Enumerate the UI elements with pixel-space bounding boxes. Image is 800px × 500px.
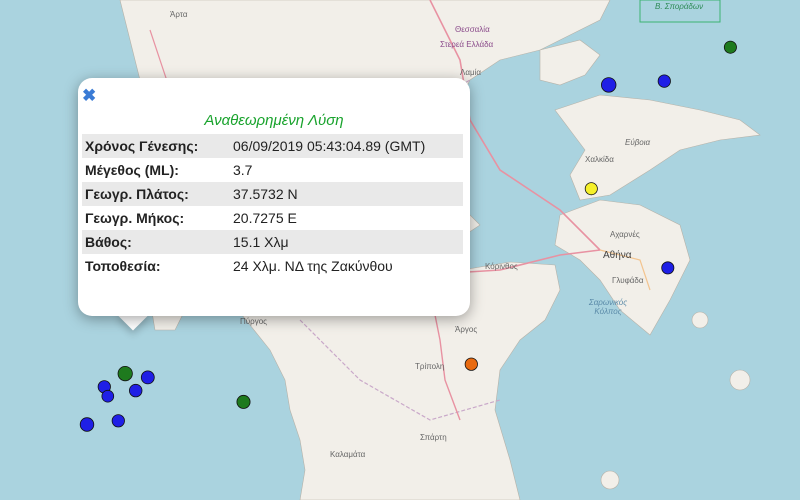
info-value: 20.7275 E (233, 210, 297, 226)
info-label: Βάθος: (82, 230, 230, 254)
map-label-pyrgos: Πύργος (240, 317, 268, 326)
earthquake-marker[interactable] (236, 394, 251, 409)
map-label-chalkida: Χαλκίδα (585, 155, 614, 164)
earthquake-marker[interactable] (464, 357, 478, 371)
map-label-glyfada: Γλυφάδα (612, 276, 644, 285)
map-label-arta: Άρτα (170, 10, 188, 19)
earthquake-marker[interactable] (128, 383, 143, 398)
info-row-latitude: Γεωγρ. Πλάτος: 37.5732 N (82, 182, 463, 206)
info-label: Τοποθεσία: (85, 258, 161, 274)
earthquake-info-table: Χρόνος Γένεσης: 06/09/2019 05:43:04.89 (… (82, 134, 463, 278)
map-label-kalamata: Καλαμάτα (330, 450, 366, 459)
earthquake-marker[interactable] (661, 261, 675, 275)
popup-title: Αναθεωρημένη Λύση (204, 112, 344, 129)
info-label: Μέγεθος (ML): (85, 162, 179, 178)
map-label-sporades: Β. Σποράδων (655, 2, 704, 11)
info-value: 15.1 Χλμ (230, 230, 463, 254)
info-label: Γεωγρ. Μήκος: (85, 210, 185, 226)
info-value: 06/09/2019 05:43:04.89 (GMT) (230, 134, 463, 158)
info-row-depth: Βάθος: 15.1 Χλμ (82, 230, 463, 254)
map-label-acharnes: Αχαρνές (610, 230, 640, 239)
land-island (600, 470, 620, 490)
earthquake-marker[interactable] (140, 370, 155, 385)
info-label: Γεωγρ. Πλάτος: (82, 182, 230, 206)
earthquake-marker[interactable] (601, 77, 617, 93)
earthquake-marker[interactable] (79, 417, 95, 432)
info-value: 37.5732 N (230, 182, 463, 206)
earthquake-marker[interactable] (117, 365, 133, 382)
map-label-evia: Εύβοια (625, 138, 651, 147)
map-label-tripoli: Τρίπολη (415, 362, 445, 371)
earthquake-marker[interactable] (657, 74, 671, 88)
info-row-origin-time: Χρόνος Γένεσης: 06/09/2019 05:43:04.89 (… (82, 134, 463, 158)
info-value: 3.7 (233, 162, 253, 178)
map-label-korinthos: Κόρινθος (485, 262, 518, 271)
info-row-location: Τοποθεσία: 24 Χλμ. ΝΔ της Ζακύνθου (82, 254, 463, 278)
land-island (691, 311, 709, 329)
earthquake-marker[interactable] (584, 182, 598, 196)
map-label-athina: Αθήνα (603, 250, 632, 261)
map-label-saronikos: Σαρωνικός Κόλπος (588, 298, 628, 316)
close-icon[interactable]: ✖ (82, 86, 96, 106)
earthquake-marker[interactable] (723, 40, 737, 54)
map-label-thessalia: Θεσσαλία (455, 25, 490, 34)
earthquake-marker[interactable] (101, 389, 115, 403)
map-label-lamia: Λαμία (460, 68, 481, 77)
map-label-sterea: Στερεά Ελλάδα (440, 40, 494, 49)
popup-tip-cover (110, 296, 170, 316)
info-row-magnitude: Μέγεθος (ML): 3.7 (82, 158, 463, 182)
map-label-argos: Άργος (455, 325, 478, 334)
info-row-longitude: Γεωγρ. Μήκος: 20.7275 E (82, 206, 463, 230)
info-label: Χρόνος Γένεσης: (82, 134, 230, 158)
land-island (729, 369, 751, 391)
info-value: 24 Χλμ. ΝΔ της Ζακύνθου (233, 258, 393, 274)
map-label-sparti: Σπάρτη (420, 433, 447, 442)
earthquake-marker[interactable] (111, 414, 125, 428)
